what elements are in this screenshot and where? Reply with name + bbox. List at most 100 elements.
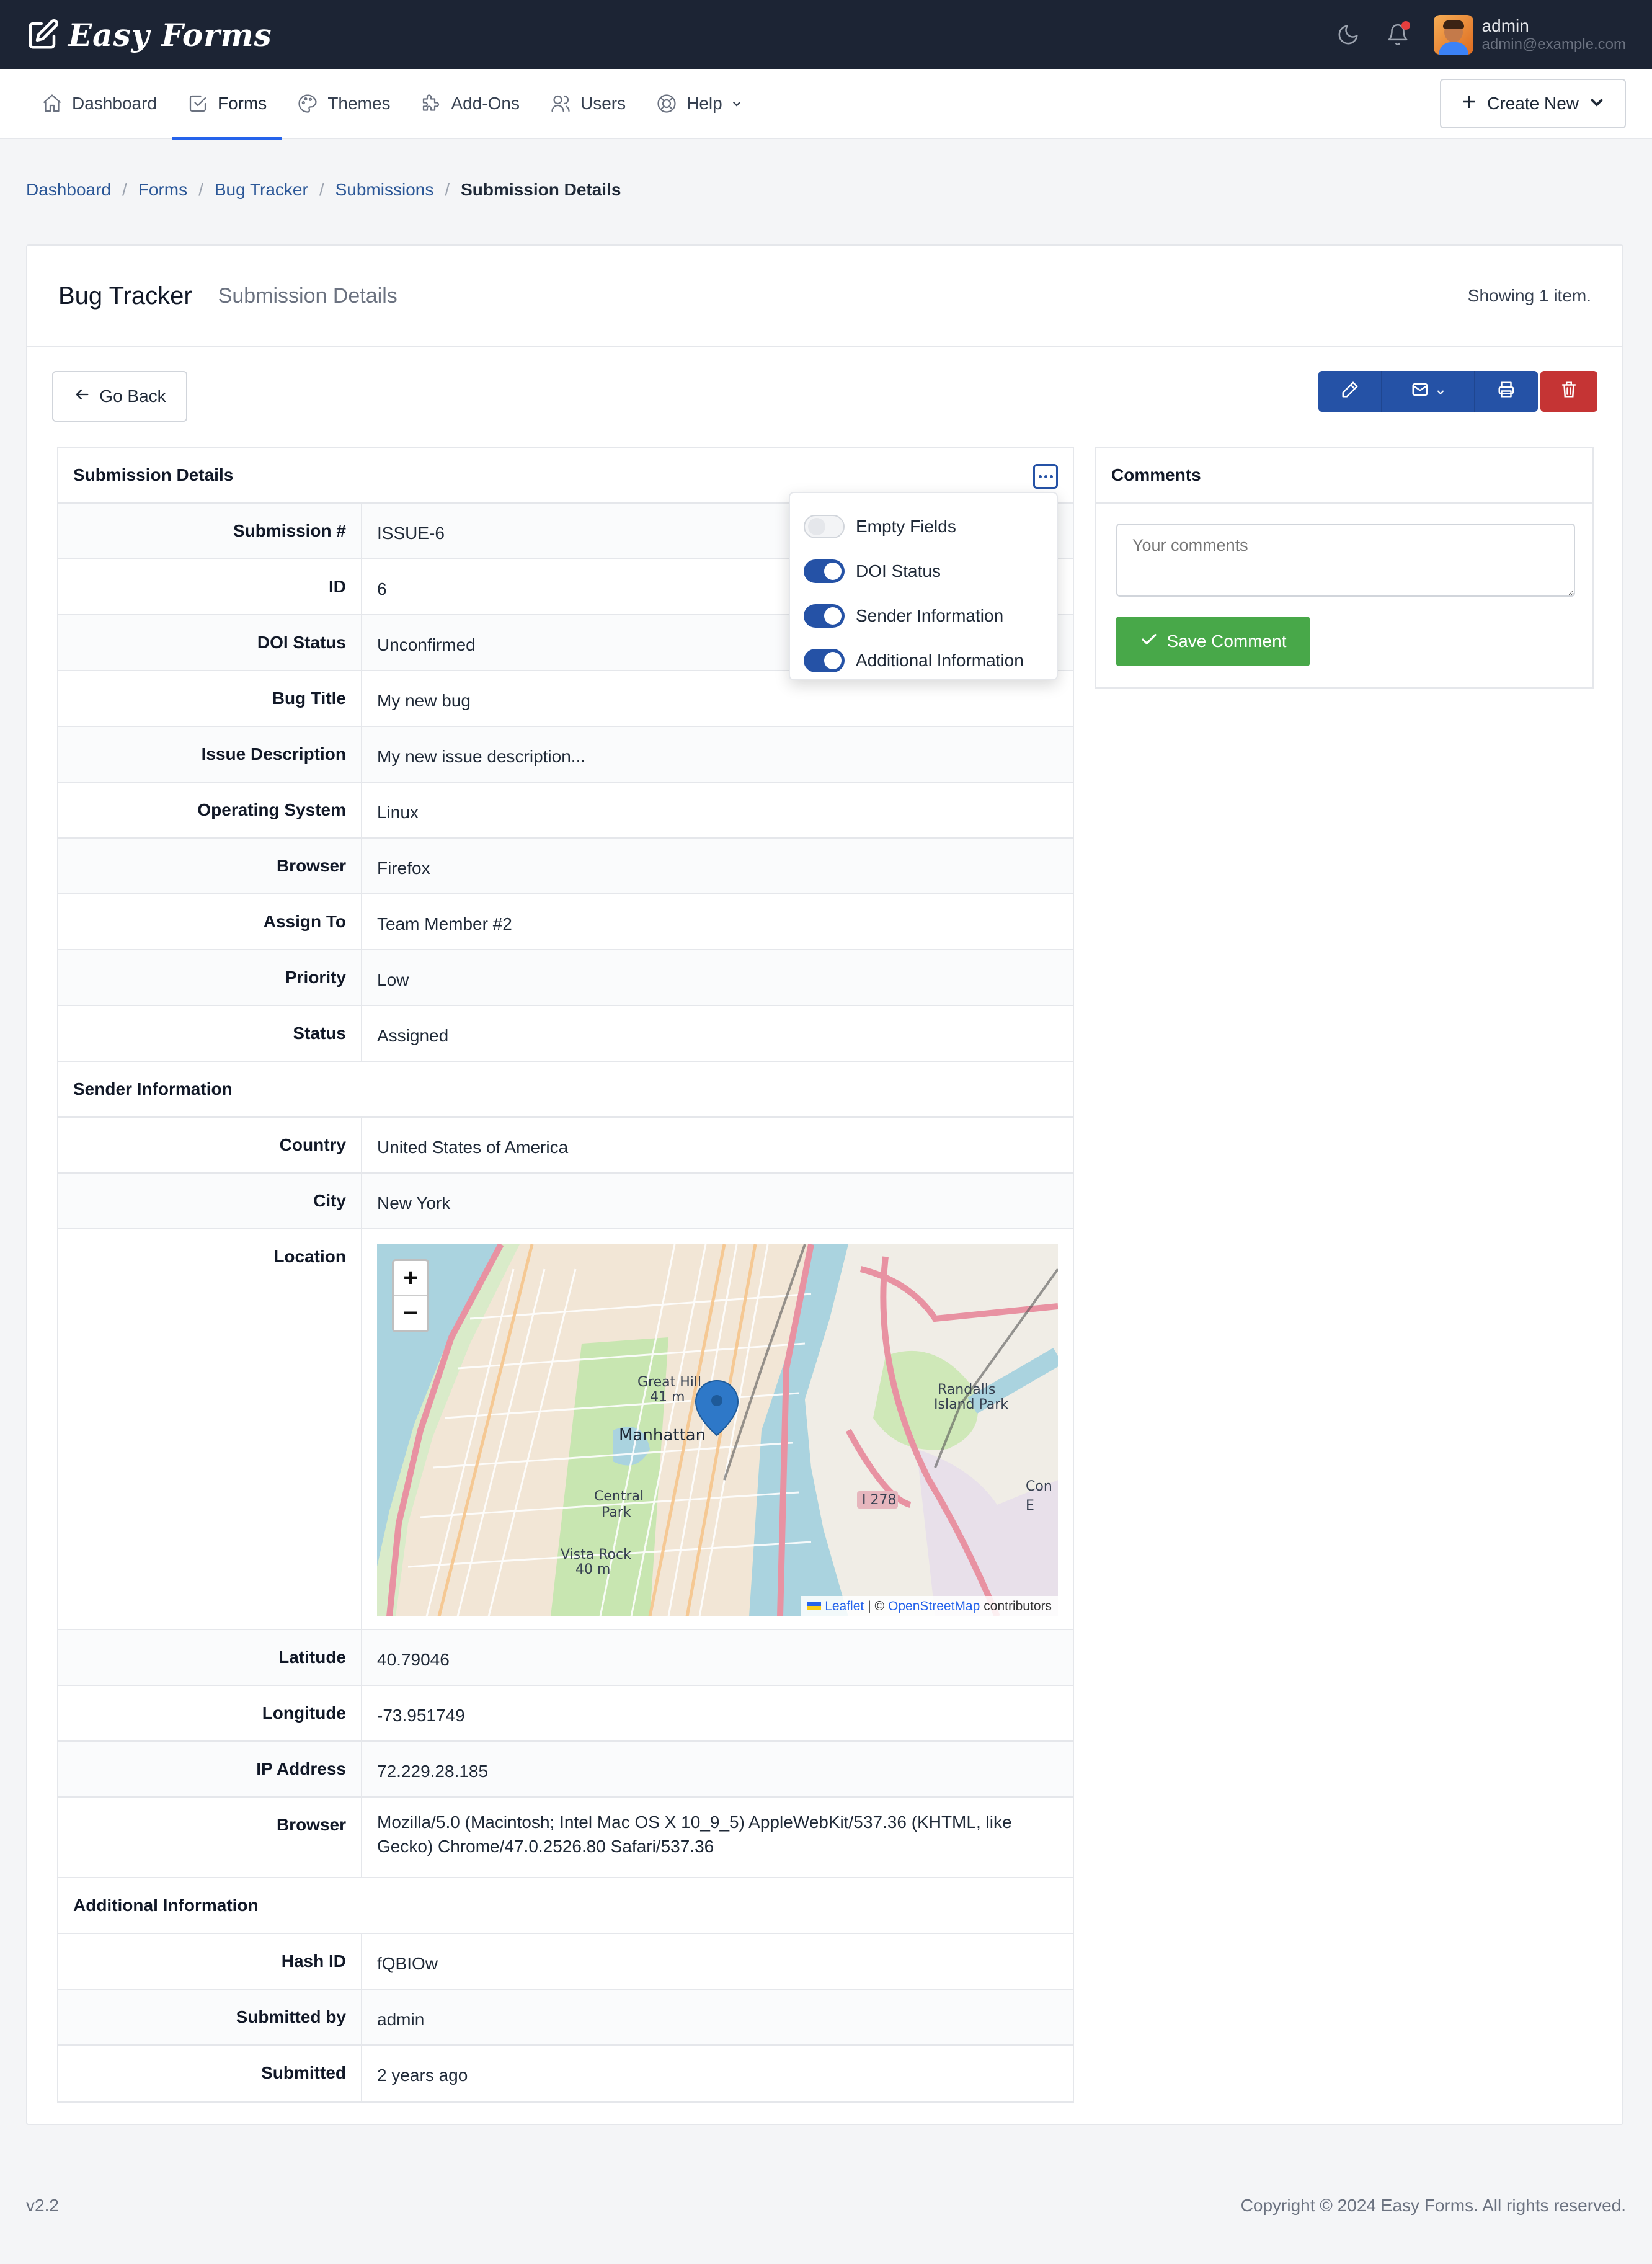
toggle-additional-information[interactable]: Additional Information — [804, 638, 1043, 683]
toggle-switch[interactable] — [804, 604, 845, 628]
print-button[interactable] — [1475, 371, 1538, 412]
more-options-button[interactable] — [1033, 464, 1058, 489]
toggle-label: Additional Information — [856, 651, 1024, 670]
nav-label: Add-Ons — [451, 94, 520, 113]
page-subtitle: Submission Details — [218, 283, 397, 308]
field-value: Team Member #2 — [377, 914, 512, 934]
details-heading: Submission Details — [73, 465, 234, 484]
palette-icon — [296, 92, 319, 115]
zoom-in-button[interactable]: + — [394, 1261, 427, 1296]
leaflet-link[interactable]: Leaflet — [825, 1597, 864, 1615]
field-value: Linux — [377, 803, 419, 822]
save-comment-button[interactable]: Save Comment — [1116, 617, 1310, 666]
nav-item-users[interactable]: Users — [535, 69, 641, 138]
email-button[interactable] — [1382, 371, 1475, 412]
field-value: New York — [377, 1193, 451, 1213]
card-header: Bug Tracker Submission Details Showing 1… — [27, 246, 1622, 347]
delete-button[interactable] — [1540, 371, 1597, 412]
field-value: Low — [377, 970, 409, 989]
lifebuoy-icon — [655, 92, 678, 115]
main-nav: Dashboard Forms Themes Add-Ons Users Hel… — [0, 69, 1652, 140]
arrow-left-icon — [73, 386, 91, 408]
go-back-button[interactable]: Go Back — [52, 371, 187, 422]
field-label: Submitted — [58, 2046, 362, 2101]
field-label: ID — [58, 559, 362, 614]
submission-details-table: Submission Details Submission # ISSUE-6 I… — [57, 447, 1074, 2103]
nav-label: Dashboard — [72, 94, 157, 113]
field-label: Assign To — [58, 894, 362, 949]
field-label: Status — [58, 1006, 362, 1061]
field-value: Mozilla/5.0 (Macintosh; Intel Mac OS X 1… — [377, 1812, 1012, 1856]
bell-icon[interactable] — [1384, 21, 1411, 48]
toggle-switch[interactable] — [804, 649, 845, 672]
field-label: Location — [58, 1229, 362, 1629]
field-value: 40.79046 — [377, 1650, 450, 1669]
chevron-down-icon — [1436, 381, 1446, 401]
field-label: Bug Title — [58, 671, 362, 726]
field-label: Longitude — [58, 1686, 362, 1740]
toggle-switch[interactable] — [804, 515, 845, 538]
table-row: IP Address 72.229.28.185 — [58, 1742, 1073, 1798]
puzzle-icon — [420, 92, 442, 115]
chevron-down-icon — [731, 98, 742, 109]
field-value: fQBIOw — [377, 1954, 438, 1973]
table-row: Latitude 40.79046 — [58, 1630, 1073, 1686]
table-row: Browser Firefox — [58, 839, 1073, 894]
user-name: admin — [1481, 16, 1529, 36]
nav-item-help[interactable]: Help — [641, 69, 757, 138]
breadcrumb-dashboard[interactable]: Dashboard — [26, 180, 111, 200]
attribution-contributors: contributors — [984, 1598, 1052, 1613]
map-label: Park — [602, 1505, 631, 1520]
field-label: Browser — [58, 839, 362, 893]
map-label: I 278 — [862, 1492, 897, 1508]
footer: v2.2 Copyright © 2024 Easy Forms. All ri… — [26, 2196, 1626, 2216]
table-row: Submitted 2 years ago — [58, 2046, 1073, 2101]
field-label: Issue Description — [58, 727, 362, 782]
nav-label: Themes — [327, 94, 391, 113]
toggle-sender-information[interactable]: Sender Information — [804, 594, 1043, 638]
toggle-doi-status[interactable]: DOI Status — [804, 549, 1043, 594]
osm-link[interactable]: OpenStreetMap — [888, 1597, 980, 1615]
edit-button[interactable] — [1318, 371, 1382, 412]
check-icon — [1140, 630, 1158, 653]
moon-icon[interactable] — [1334, 21, 1362, 48]
table-row: Country United States of America — [58, 1118, 1073, 1174]
field-label: Submitted by — [58, 1990, 362, 2044]
table-row: Issue Description My new issue descriptio… — [58, 727, 1073, 783]
zoom-out-button[interactable]: − — [394, 1296, 427, 1330]
user-email: admin@example.com — [1481, 36, 1626, 53]
breadcrumb-separator: / — [198, 180, 203, 199]
table-row: Submitted by admin — [58, 1990, 1073, 2046]
page-title: Bug Tracker — [58, 282, 192, 310]
toggle-label: Sender Information — [856, 606, 1004, 625]
nav-item-themes[interactable]: Themes — [282, 69, 405, 138]
toggle-switch[interactable] — [804, 559, 845, 583]
nav-item-forms[interactable]: Forms — [171, 69, 282, 140]
field-label: City — [58, 1174, 362, 1228]
map-zoom-controls: + − — [392, 1259, 429, 1332]
toggle-empty-fields[interactable]: Empty Fields — [804, 504, 1043, 549]
field-label: Browser — [58, 1798, 362, 1877]
user-menu[interactable]: admin admin@example.com — [1433, 15, 1626, 55]
breadcrumb-forms[interactable]: Forms — [138, 180, 187, 200]
field-label: Operating System — [58, 783, 362, 837]
table-row: Priority Low — [58, 950, 1073, 1006]
map-label: Manhattan — [619, 1426, 706, 1445]
plus-icon — [1460, 92, 1478, 115]
table-row: Longitude -73.951749 — [58, 1686, 1073, 1742]
pencil-icon — [1341, 380, 1359, 403]
create-new-button[interactable]: Create New — [1440, 79, 1626, 128]
breadcrumb-submissions[interactable]: Submissions — [335, 180, 434, 200]
edit-icon — [26, 18, 60, 51]
display-options-popover: Empty Fields DOI Status Sender Informati… — [789, 492, 1058, 680]
nav-item-addons[interactable]: Add-Ons — [405, 69, 535, 138]
brand[interactable]: Easy Forms — [26, 17, 272, 53]
save-comment-label: Save Comment — [1166, 631, 1287, 651]
field-label: Hash ID — [58, 1934, 362, 1989]
nav-item-dashboard[interactable]: Dashboard — [26, 69, 172, 138]
comment-input[interactable] — [1116, 524, 1575, 597]
breadcrumb-separator: / — [122, 180, 127, 199]
map-attribution: Leaflet | © OpenStreetMap contributors — [801, 1595, 1058, 1616]
location-map[interactable]: Great Hill 41 m Manhattan Central Park V… — [377, 1244, 1058, 1616]
breadcrumb-bug-tracker[interactable]: Bug Tracker — [215, 180, 308, 200]
